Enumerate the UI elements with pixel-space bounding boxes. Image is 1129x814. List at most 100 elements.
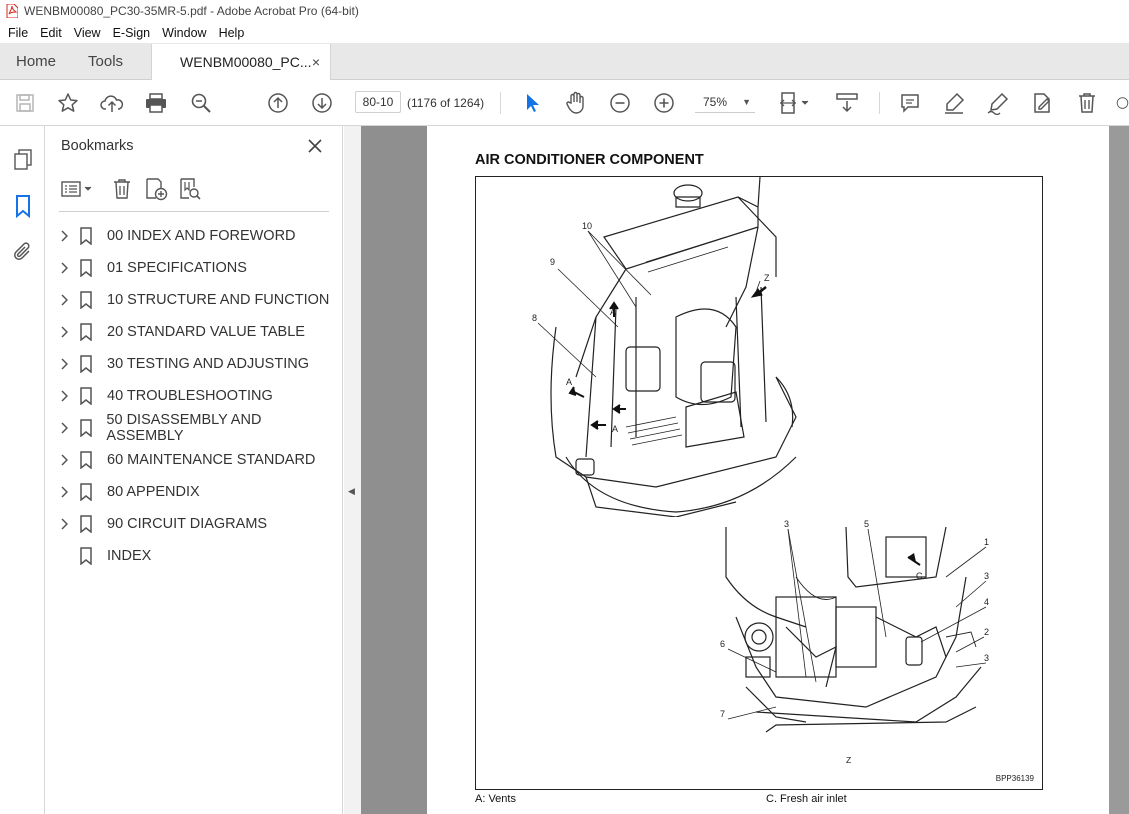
bookmark-icon: [79, 387, 95, 405]
menu-edit[interactable]: Edit: [34, 26, 68, 40]
callout-8: 8: [532, 313, 537, 323]
caption-fresh-air: C. Fresh air inlet: [766, 793, 847, 805]
bookmark-item[interactable]: 30 TESTING AND ADJUSTING: [53, 348, 338, 380]
caption-vents: A: Vents: [475, 793, 516, 805]
bookmark-icon: [79, 515, 95, 533]
save-icon[interactable]: [12, 90, 38, 116]
print-icon[interactable]: [143, 90, 169, 116]
toolbar-divider: [500, 92, 501, 114]
bookmark-item[interactable]: 80 APPENDIX: [53, 476, 338, 508]
bookmark-item[interactable]: 50 DISASSEMBLY AND ASSEMBLY: [53, 412, 338, 444]
bookmarks-panel-icon[interactable]: [10, 193, 36, 219]
bookmark-item[interactable]: 00 INDEX AND FOREWORD: [53, 220, 338, 252]
bookmarks-header: Bookmarks: [61, 138, 134, 154]
scroll-mode-icon[interactable]: [832, 90, 862, 116]
page-number-input[interactable]: 80-10: [355, 91, 401, 113]
zoom-out-icon[interactable]: [607, 90, 633, 116]
page-down-icon[interactable]: [309, 90, 335, 116]
upload-icon[interactable]: [99, 90, 125, 116]
fit-page-icon[interactable]: [777, 90, 811, 116]
more-tools-icon[interactable]: [1116, 90, 1129, 116]
pdf-page: AIR CONDITIONER COMPONENT 10 9 8 A A A Z…: [427, 126, 1109, 814]
callout-3-top: 3: [784, 519, 789, 529]
highlight-icon[interactable]: [941, 90, 967, 116]
chevron-down-icon: ▼: [742, 96, 751, 107]
menu-view[interactable]: View: [68, 26, 107, 40]
left-navigation-rail: [0, 126, 45, 814]
new-bookmark-icon[interactable]: [143, 176, 169, 202]
bookmark-icon: [79, 227, 95, 245]
bookmark-item[interactable]: INDEX: [53, 540, 338, 572]
chevron-right-icon[interactable]: [53, 262, 75, 274]
tab-document[interactable]: WENBM00080_PC... ×: [151, 44, 332, 80]
edit-icon[interactable]: [1029, 90, 1055, 116]
menu-file[interactable]: File: [0, 26, 34, 40]
toolbar: 80-10 (1176 of 1264) 75% ▼: [0, 80, 1129, 126]
select-arrow-icon[interactable]: [519, 90, 545, 116]
callout-9: 9: [550, 257, 555, 267]
chevron-right-icon[interactable]: [53, 230, 75, 242]
window-title: WENBM00080_PC30-35MR-5.pdf - Adobe Acrob…: [24, 4, 359, 18]
tab-home[interactable]: Home: [0, 43, 72, 79]
bookmark-item[interactable]: 40 TROUBLESHOOTING: [53, 380, 338, 412]
bookmark-icon: [79, 355, 95, 373]
chevron-right-icon[interactable]: [53, 486, 75, 498]
callout-4: 4: [984, 597, 989, 607]
tab-tools[interactable]: Tools: [72, 43, 139, 79]
bookmark-item[interactable]: 20 STANDARD VALUE TABLE: [53, 316, 338, 348]
menu-help[interactable]: Help: [213, 26, 251, 40]
find-bookmark-icon[interactable]: [177, 176, 203, 202]
title-bar: WENBM00080_PC30-35MR-5.pdf - Adobe Acrob…: [0, 0, 1129, 22]
star-icon[interactable]: [55, 90, 81, 116]
callout-5: 5: [864, 519, 869, 529]
panel-collapse-handle[interactable]: ◀: [344, 126, 361, 814]
bookmark-item[interactable]: 10 STRUCTURE AND FUNCTION: [53, 284, 338, 316]
tab-bar: Home Tools WENBM00080_PC... ×: [0, 43, 1129, 80]
bookmark-item[interactable]: 90 CIRCUIT DIAGRAMS: [53, 508, 338, 540]
bookmark-item[interactable]: 01 SPECIFICATIONS: [53, 252, 338, 284]
hand-icon[interactable]: [563, 90, 589, 116]
bookmark-item[interactable]: 60 MAINTENANCE STANDARD: [53, 444, 338, 476]
chevron-right-icon[interactable]: [53, 518, 75, 530]
delete-icon[interactable]: [1074, 90, 1100, 116]
bookmark-icon: [79, 547, 95, 565]
chevron-right-icon[interactable]: [53, 326, 75, 338]
page-up-icon[interactable]: [265, 90, 291, 116]
chevron-right-icon[interactable]: [53, 294, 75, 306]
page-title: AIR CONDITIONER COMPONENT: [475, 152, 704, 168]
bookmark-label: 00 INDEX AND FOREWORD: [107, 228, 296, 244]
callout-z: Z: [764, 273, 770, 283]
engine-illustration: 3 5 1 3 4 2 3 6 7 C: [720, 519, 989, 733]
menu-window[interactable]: Window: [156, 26, 212, 40]
figure-z-label: Z: [846, 755, 852, 765]
attachments-icon[interactable]: [10, 239, 36, 265]
zoom-select[interactable]: 75% ▼: [695, 91, 755, 113]
zoom-in-icon[interactable]: [651, 90, 677, 116]
figure-code: BPP36139: [995, 774, 1034, 783]
toolbar-divider: [879, 92, 880, 114]
chevron-right-icon[interactable]: [53, 390, 75, 402]
tab-close-icon[interactable]: ×: [312, 54, 320, 70]
bookmark-icon: [79, 419, 95, 437]
menu-bar: File Edit View E-Sign Window Help: [0, 22, 1129, 43]
chevron-left-icon[interactable]: ◀: [348, 486, 355, 497]
bookmark-label: 10 STRUCTURE AND FUNCTION: [107, 292, 330, 308]
chevron-right-icon[interactable]: [53, 422, 75, 434]
document-view[interactable]: AIR CONDITIONER COMPONENT 10 9 8 A A A Z…: [361, 126, 1129, 814]
callout-7: 7: [720, 709, 725, 719]
delete-bookmark-icon[interactable]: [109, 176, 135, 202]
callout-3-right: 3: [984, 571, 989, 581]
comment-icon[interactable]: [897, 90, 923, 116]
chevron-right-icon[interactable]: [53, 358, 75, 370]
bookmark-label: 40 TROUBLESHOOTING: [107, 388, 273, 404]
sign-icon[interactable]: [985, 90, 1011, 116]
pdf-file-icon: [6, 4, 18, 18]
bookmark-label: 50 DISASSEMBLY AND ASSEMBLY: [106, 412, 262, 444]
bookmark-options-icon[interactable]: [59, 176, 95, 202]
page-count: (1176 of 1264): [407, 96, 485, 110]
page-thumbnails-icon[interactable]: [10, 146, 36, 172]
find-icon[interactable]: [188, 90, 214, 116]
menu-esign[interactable]: E-Sign: [107, 26, 157, 40]
close-icon[interactable]: [303, 134, 327, 158]
chevron-right-icon[interactable]: [53, 454, 75, 466]
